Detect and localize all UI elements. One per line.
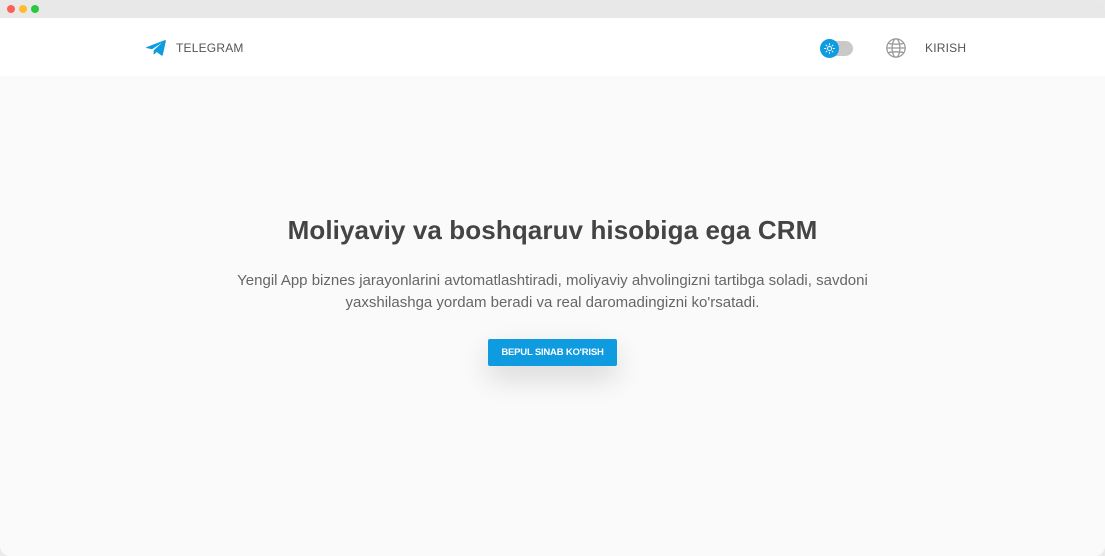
free-trial-button[interactable]: BEPUL SINAB KO'RISH xyxy=(488,339,617,366)
browser-window: TELEGRAM KIRISH Moliyaviy va boshqaruv h… xyxy=(0,0,1105,556)
globe-icon xyxy=(886,38,906,58)
login-link[interactable]: KIRISH xyxy=(925,41,966,55)
maximize-window-button[interactable] xyxy=(31,5,39,13)
theme-toggle[interactable] xyxy=(820,39,853,58)
hero-subtitle: Yengil App biznes jarayonlarini avtomatl… xyxy=(237,272,868,311)
sun-icon xyxy=(824,43,835,54)
hero-section: Moliyaviy va boshqaruv hisobiga ega CRM … xyxy=(0,214,1105,366)
language-button[interactable] xyxy=(885,37,907,59)
minimize-window-button[interactable] xyxy=(19,5,27,13)
toggle-knob xyxy=(820,39,839,58)
brand-label: TELEGRAM xyxy=(176,41,244,55)
hero-title: Moliyaviy va boshqaruv hisobiga ega CRM xyxy=(287,215,818,245)
top-navbar: TELEGRAM KIRISH xyxy=(0,18,1105,76)
telegram-link[interactable]: TELEGRAM xyxy=(146,38,244,58)
window-titlebar xyxy=(0,0,1105,18)
close-window-button[interactable] xyxy=(7,5,15,13)
telegram-paper-plane-icon xyxy=(146,40,166,56)
